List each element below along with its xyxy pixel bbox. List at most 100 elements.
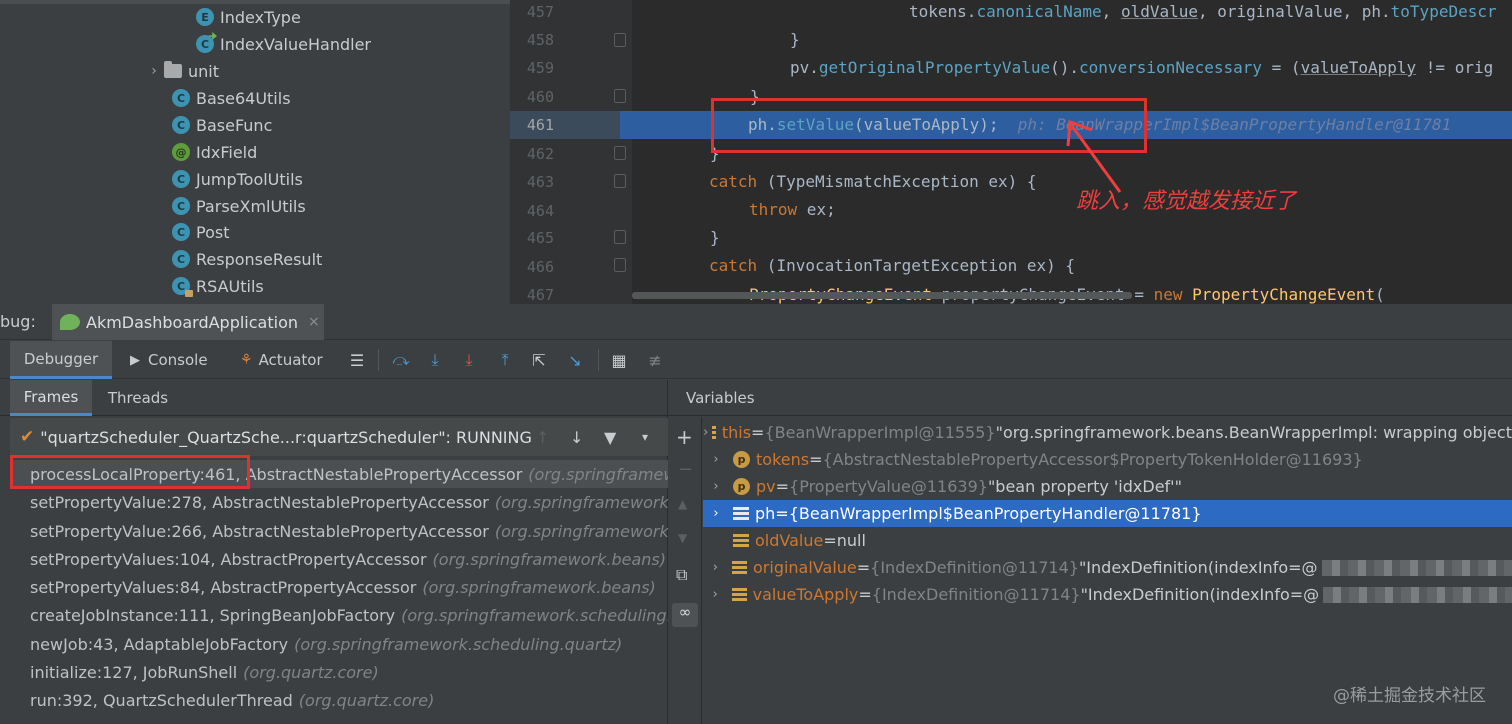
tree-item-responseresult[interactable]: C ResponseResult xyxy=(172,246,322,272)
code-token: != orig xyxy=(1416,58,1494,77)
field-icon xyxy=(731,560,747,575)
tree-item-label: ResponseResult xyxy=(196,249,323,269)
tab-debugger[interactable]: Debugger xyxy=(10,341,112,379)
step-over-icon[interactable]: ⤼ xyxy=(390,349,412,371)
filter-icon[interactable]: ▼ xyxy=(604,428,616,447)
step-out-icon[interactable]: ⤒ xyxy=(494,349,516,371)
code-line-464: throw ex; xyxy=(749,196,836,224)
variable-row[interactable]: › valueToApply = {IndexDefinition@11714}… xyxy=(703,581,1512,608)
variable-row[interactable]: › p tokens = {AbstractNestablePropertyAc… xyxy=(703,446,1512,473)
code-token: , originalValue, ph. xyxy=(1198,2,1391,21)
stack-frame[interactable]: createJobInstance:111, SpringBeanJobFact… xyxy=(10,601,668,629)
remove-watch-icon[interactable]: − xyxy=(678,459,693,480)
frames-panel: Frames Threads ✔ "quartzScheduler_Quartz… xyxy=(0,380,668,724)
variable-row[interactable]: › p pv = {PropertyValue@11639} "bean pro… xyxy=(703,473,1512,500)
chevron-right-icon[interactable]: › xyxy=(144,63,164,79)
tree-item-label: ParseXmlUtils xyxy=(196,196,306,216)
fold-marker-icon[interactable] xyxy=(614,174,626,188)
tree-item-parsexmlutils[interactable]: C ParseXmlUtils xyxy=(172,193,306,219)
variable-row[interactable]: oldValue = null xyxy=(703,527,1512,554)
stack-frame[interactable]: setPropertyValues:84, AbstractPropertyAc… xyxy=(10,573,668,601)
arrow-up-icon[interactable]: ↑ xyxy=(536,428,549,447)
chevron-right-icon[interactable]: › xyxy=(703,506,729,521)
variable-value: "IndexDefinition(indexInfo=@ xyxy=(1078,558,1318,577)
watches-toggle-icon[interactable]: ∞ xyxy=(672,603,698,627)
layout-menu-icon[interactable]: ☰ xyxy=(346,349,368,371)
evaluate-expression-icon[interactable]: ▦ xyxy=(608,349,630,371)
field-icon xyxy=(733,533,749,548)
fold-marker-icon[interactable] xyxy=(614,146,626,160)
stack-frame[interactable]: setPropertyValue:278, AbstractNestablePr… xyxy=(10,488,668,516)
force-step-into-icon[interactable]: ⤓ xyxy=(458,349,480,371)
line-number: 459 xyxy=(526,59,554,77)
fold-marker-icon[interactable] xyxy=(614,89,626,103)
stack-frame[interactable]: run:392, QuartzSchedulerThread (org.quart… xyxy=(10,686,668,714)
variable-row[interactable]: › ph = {BeanWrapperImpl$BeanPropertyHand… xyxy=(703,500,1512,527)
run-to-cursor-icon[interactable]: ↘ xyxy=(564,349,586,371)
trace-stream-icon[interactable]: ≢ xyxy=(644,349,666,371)
tree-item-label: IndexType xyxy=(220,7,301,27)
code-token: = ( xyxy=(1262,58,1301,77)
tree-item-base64utils[interactable]: C Base64Utils xyxy=(172,85,291,111)
highlight-box xyxy=(10,455,250,489)
code-token: tokens. xyxy=(909,2,977,21)
stack-frame[interactable]: newJob:43, AdaptableJobFactory (org.sprin… xyxy=(10,630,668,658)
fold-marker-icon[interactable] xyxy=(614,230,626,244)
field-icon xyxy=(712,425,716,440)
tab-run-config[interactable]: AkmDashboardApplication × xyxy=(52,304,324,340)
tree-item-idxfield[interactable]: @ IdxField xyxy=(172,139,257,165)
code-token: canonicalName xyxy=(976,2,1102,21)
copy-icon[interactable]: ⧉ xyxy=(676,565,687,585)
stack-frame[interactable]: initialize:127, JobRunShell (org.quartz.c… xyxy=(10,658,668,686)
field-icon xyxy=(733,506,749,521)
drop-frame-icon[interactable]: ⇱ xyxy=(528,349,550,371)
tree-item-basefunc[interactable]: C BaseFunc xyxy=(172,112,272,138)
chevron-right-icon[interactable]: › xyxy=(703,425,708,440)
annotation-text: 跳入，感觉越发接近了 xyxy=(1076,189,1297,214)
fold-marker-icon[interactable] xyxy=(614,258,626,272)
frame-package: (org.springframework.beans) xyxy=(432,549,666,569)
frame-method: run:392, QuartzSchedulerThread xyxy=(30,690,293,710)
variable-row[interactable]: › this = {BeanWrapperImpl@11555} "org.sp… xyxy=(703,419,1512,446)
tree-item-indextype[interactable]: E IndexType xyxy=(196,4,301,30)
tree-item-post[interactable]: C Post xyxy=(172,219,229,245)
tab-threads[interactable]: Threads xyxy=(96,380,180,416)
chevron-down-icon[interactable]: ▾ xyxy=(642,430,648,444)
line-number: 458 xyxy=(526,31,554,49)
close-icon[interactable]: × xyxy=(308,314,320,330)
tab-actuator[interactable]: ⚘ Actuator xyxy=(240,341,323,379)
thread-selector[interactable]: ✔ "quartzScheduler_QuartzSche...r:quartz… xyxy=(10,418,668,456)
move-down-icon[interactable]: ▼ xyxy=(678,531,687,545)
frame-package: (org.springframework.beans) xyxy=(494,492,668,512)
stack-frame[interactable]: setPropertyValues:104, AbstractPropertyA… xyxy=(10,545,668,573)
stack-frame[interactable]: setPropertyValue:266, AbstractNestablePr… xyxy=(10,517,668,545)
code-line-459: pv.getOriginalPropertyValue().conversion… xyxy=(790,54,1493,82)
tree-item-jumptoolutils[interactable]: C JumpToolUtils xyxy=(172,166,303,192)
chevron-right-icon[interactable]: › xyxy=(703,479,729,494)
variable-value: null xyxy=(836,531,866,550)
add-watch-icon[interactable]: + xyxy=(676,425,693,449)
line-number: 460 xyxy=(526,88,554,106)
step-into-icon[interactable]: ⤓ xyxy=(424,349,446,371)
class-icon: C xyxy=(196,35,214,53)
tree-item-unit[interactable]: › unit xyxy=(144,58,219,84)
chevron-right-icon[interactable]: › xyxy=(703,587,728,602)
fold-marker-icon[interactable] xyxy=(614,33,626,47)
code-editor[interactable]: 457 458 459 460 461 462 463 464 465 466 … xyxy=(510,0,1512,304)
variable-name: this xyxy=(721,423,752,442)
tab-frames[interactable]: Frames xyxy=(10,380,92,416)
folder-icon xyxy=(164,61,182,78)
move-up-icon[interactable]: ▲ xyxy=(678,497,687,511)
tree-item-indexvaluehandler[interactable]: C IndexValueHandler xyxy=(196,31,371,57)
variables-side-toolbar: + − ▲ ▼ ⧉ ∞ xyxy=(668,417,702,724)
frame-method: initialize:127, JobRunShell xyxy=(30,662,238,682)
frame-package: (org.springframework.scheduling.quartz) xyxy=(401,605,668,625)
chevron-right-icon[interactable]: › xyxy=(703,560,728,575)
horizontal-scrollbar[interactable] xyxy=(632,292,1132,299)
variable-row[interactable]: › originalValue = {IndexDefinition@11714… xyxy=(703,554,1512,581)
code-token: throw xyxy=(749,200,798,219)
tab-console[interactable]: ▶ Console xyxy=(130,341,208,379)
chevron-right-icon[interactable]: › xyxy=(703,452,729,467)
tree-item-rsautils[interactable]: C RSAUtils xyxy=(172,273,264,299)
arrow-down-icon[interactable]: ↓ xyxy=(570,428,583,447)
